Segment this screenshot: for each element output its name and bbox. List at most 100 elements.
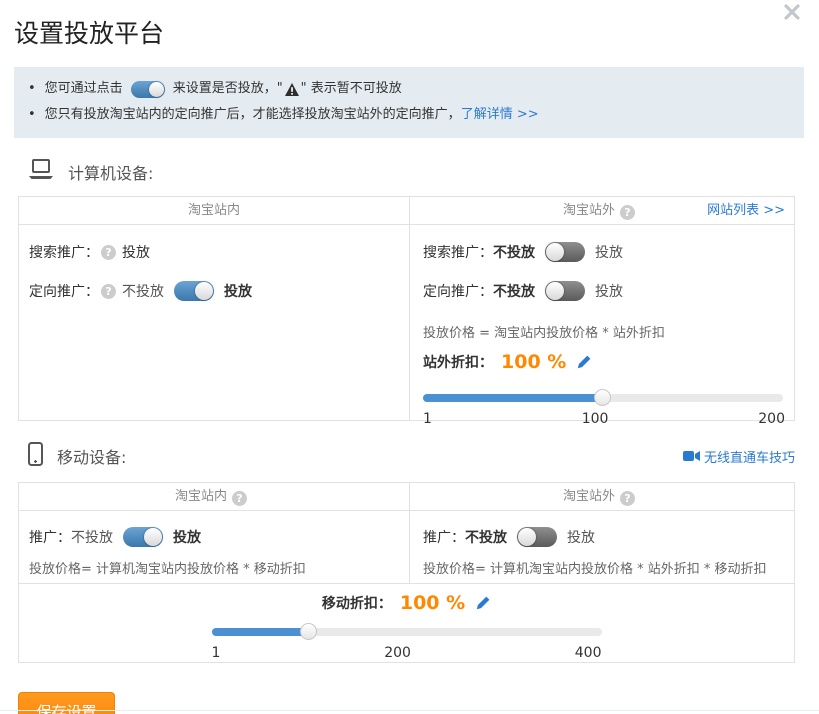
warning-icon (285, 83, 299, 96)
target-promo-label: 定向推广： (423, 281, 493, 301)
example-toggle (131, 81, 165, 98)
learn-more-link[interactable]: 了解详情 >> (461, 102, 539, 128)
computer-offsite-target-toggle[interactable] (545, 281, 585, 301)
slider-knob[interactable] (594, 389, 611, 406)
mobile-header-offsite-label: 淘宝站外 (563, 489, 615, 504)
computer-table-header: 淘宝站内 淘宝站外 网站列表 >> (19, 197, 794, 225)
computer-onsite-cell: 搜索推广： 投放 定向推广： 不投放 投放 (19, 225, 410, 420)
on-label: 投放 (173, 527, 201, 547)
mobile-onsite-price-formula: 投放价格= 计算机淘宝站内投放价格 * 移动折扣 (29, 563, 409, 583)
computer-onsite-target-toggle[interactable] (174, 281, 214, 301)
computer-header-onsite: 淘宝站内 (19, 197, 410, 224)
offsite-discount-slider[interactable] (423, 394, 783, 402)
mobile-slider-labels: 1 200 400 (212, 645, 602, 661)
dialog-bottom-edge (0, 710, 819, 711)
off-label: 不投放 (465, 527, 507, 547)
slider-min-label: 1 (212, 645, 221, 661)
offsite-price-formula: 投放价格 = 淘宝站内投放价格 * 站外折扣 (423, 321, 794, 341)
set-platform-dialog: 设置投放平台 • 您可通过点击 来设置是否投放，" " 表示暂不可投放 • 您只… (0, 0, 819, 714)
offsite-discount-label: 站外折扣： (423, 352, 493, 372)
offsite-discount-row: 站外折扣： 100 % (423, 350, 794, 374)
computer-offsite-search-toggle[interactable] (545, 242, 585, 262)
help-icon[interactable] (101, 284, 116, 299)
notice-text: 您可通过点击 (45, 76, 123, 102)
mobile-offsite-cell: 推广： 不投放 投放 投放价格= 计算机淘宝站内投放价格 * 站外折扣 * 移动… (410, 511, 794, 583)
slider-mid-label: 200 (384, 645, 411, 661)
computer-table: 淘宝站内 淘宝站外 网站列表 >> 搜索推广： 投放 定向推广： 不投放 投放 (18, 196, 795, 421)
off-label: 不投放 (71, 527, 113, 547)
wireless-tips-label: 无线直通车技巧 (704, 447, 795, 466)
mobile-discount-slider[interactable] (212, 628, 602, 636)
mobile-header-offsite: 淘宝站外 (410, 483, 794, 510)
search-promo-value: 投放 (122, 242, 150, 262)
target-promo-label: 定向推广： (29, 281, 99, 301)
computer-offsite-search-row: 搜索推广： 不投放 投放 (423, 241, 794, 263)
on-label: 投放 (595, 281, 623, 301)
bullet-icon: • (28, 102, 36, 128)
help-icon[interactable] (620, 205, 635, 220)
promo-label: 推广： (29, 527, 71, 547)
computer-header-offsite: 淘宝站外 网站列表 >> (410, 197, 794, 224)
help-icon[interactable] (232, 491, 247, 506)
search-promo-label: 搜索推广： (29, 242, 99, 262)
mobile-onsite-promo-toggle[interactable] (123, 527, 163, 547)
on-label: 投放 (224, 281, 252, 301)
computer-section-label: 计算机设备: (68, 160, 153, 184)
offsite-slider-labels: 1 100 200 (423, 411, 785, 427)
search-promo-label: 搜索推广： (423, 242, 493, 262)
off-label: 不投放 (493, 242, 535, 262)
computer-header-offsite-label: 淘宝站外 (563, 203, 615, 218)
mobile-section-label: 移动设备: (57, 444, 126, 468)
slider-fill (423, 394, 603, 402)
mobile-section-header: 移动设备: 无线直通车技巧 (28, 442, 795, 470)
mobile-discount-label: 移动折扣： (322, 593, 392, 613)
mobile-onsite-promo-row: 推广： 不投放 投放 (29, 526, 409, 548)
mobile-table-header: 淘宝站内 淘宝站外 (19, 483, 794, 511)
off-label: 不投放 (122, 281, 164, 301)
mobile-discount-footer: 移动折扣： 100 % 1 200 400 (19, 583, 794, 662)
slider-knob[interactable] (300, 623, 317, 640)
computer-icon (28, 159, 54, 184)
help-icon[interactable] (101, 245, 116, 260)
slider-mid-label: 100 (582, 411, 609, 427)
mobile-onsite-cell: 推广： 不投放 投放 投放价格= 计算机淘宝站内投放价格 * 移动折扣 (19, 511, 410, 583)
slider-min-label: 1 (423, 411, 432, 427)
notice-line-1: • 您可通过点击 来设置是否投放，" " 表示暂不可投放 (28, 76, 790, 102)
computer-offsite-target-row: 定向推广： 不投放 投放 (423, 280, 794, 302)
computer-section-header: 计算机设备: (28, 159, 795, 184)
page-title: 设置投放平台 (14, 14, 819, 50)
mobile-table-body: 推广： 不投放 投放 投放价格= 计算机淘宝站内投放价格 * 移动折扣 推广： … (19, 511, 794, 583)
on-label: 投放 (595, 242, 623, 262)
notice-box: • 您可通过点击 来设置是否投放，" " 表示暂不可投放 • 您只有投放淘宝站内… (14, 67, 804, 138)
notice-text: " 表示暂不可投放 (301, 76, 402, 102)
mobile-icon (28, 442, 43, 470)
offsite-discount-value: 100 % (501, 351, 566, 373)
wireless-tips-link[interactable]: 无线直通车技巧 (683, 447, 795, 466)
edit-pencil-icon[interactable] (576, 354, 592, 370)
slider-max-label: 200 (758, 411, 785, 427)
notice-line-2: • 您只有投放淘宝站内的定向推广后，才能选择投放淘宝站外的定向推广， 了解详情 … (28, 102, 790, 128)
mobile-header-onsite: 淘宝站内 (19, 483, 410, 510)
slider-max-label: 400 (575, 645, 602, 661)
mobile-offsite-promo-row: 推广： 不投放 投放 (423, 526, 794, 548)
notice-text: 来设置是否投放，" (173, 76, 283, 102)
mobile-table: 淘宝站内 淘宝站外 推广： 不投放 投放 投放价格= 计算机淘宝站内投放价格 *… (18, 482, 795, 663)
bullet-icon: • (28, 76, 36, 102)
mobile-offsite-promo-toggle[interactable] (517, 527, 557, 547)
notice-text: 您只有投放淘宝站内的定向推广后，才能选择投放淘宝站外的定向推广， (45, 102, 461, 128)
computer-offsite-cell: 搜索推广： 不投放 投放 定向推广： 不投放 投放 投放价格 = 淘宝站内投放价… (410, 225, 794, 420)
slider-fill (212, 628, 310, 636)
mobile-discount-row: 移动折扣： 100 % (19, 591, 794, 615)
help-icon[interactable] (620, 491, 635, 506)
edit-pencil-icon[interactable] (475, 595, 491, 611)
video-camera-icon (683, 450, 700, 462)
computer-onsite-search-row: 搜索推广： 投放 (29, 241, 409, 263)
on-label: 投放 (567, 527, 595, 547)
site-list-link[interactable]: 网站列表 >> (707, 197, 785, 224)
mobile-offsite-price-formula: 投放价格= 计算机淘宝站内投放价格 * 站外折扣 * 移动折扣 (423, 563, 794, 583)
close-icon[interactable] (783, 3, 801, 21)
computer-onsite-target-row: 定向推广： 不投放 投放 (29, 280, 409, 302)
promo-label: 推广： (423, 527, 465, 547)
computer-table-body: 搜索推广： 投放 定向推广： 不投放 投放 搜索推广： 不投放 投放 (19, 225, 794, 420)
mobile-discount-value: 100 % (400, 592, 465, 614)
